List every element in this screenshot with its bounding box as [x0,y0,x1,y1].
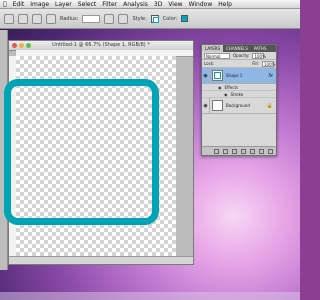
layer-row-background[interactable]: ◉ Background 🔒 [202,98,276,114]
menu-3d[interactable]: 3D [154,1,162,8]
style-picker[interactable] [150,14,159,23]
lock-fill-row: Lock: Fill: 100% [202,60,276,68]
layer-name: Shape 1 [226,73,243,78]
blend-mode-select[interactable]: Normal [204,52,230,59]
layers-panel-tabs: LAYERS CHANNELS PATHS [202,45,276,52]
add-style-icon[interactable] [223,148,228,154]
lock-label: Lock: [204,61,215,66]
eye-icon[interactable]: ◉ [202,98,210,113]
link-layers-icon[interactable] [214,148,219,154]
layer-row-shape-1[interactable]: ◉ Shape 1 fx [202,68,276,84]
eye-icon[interactable]: ◉ [202,68,210,83]
minimize-icon[interactable] [19,43,24,48]
tab-paths[interactable]: PATHS [251,45,270,52]
close-icon[interactable] [12,43,17,48]
window-controls [12,43,31,48]
menu-window[interactable]: Window [189,1,213,8]
menu-help[interactable]: Help [218,1,232,8]
fill-input[interactable]: 100% [262,60,275,67]
document-window: Untitled-1 @ 66.7% (Shape 1, RGB/8) * [4,40,194,265]
dock [0,292,300,300]
style-label: Style: [132,15,147,22]
new-group-icon[interactable] [250,148,255,154]
tab-layers[interactable]: LAYERS [202,45,224,52]
fill-label: Fill: [252,61,259,66]
trash-icon[interactable] [268,148,273,154]
layer-thumbnail [212,70,223,81]
adjustment-layer-icon[interactable] [241,148,246,154]
zoom-icon[interactable] [26,43,31,48]
new-shape-layer-button[interactable] [104,13,115,24]
layers-panel: LAYERS CHANNELS PATHS Normal Opacity: 10… [201,44,277,156]
menu-bar:  Edit Image Layer Select Filter Analysi… [0,0,300,9]
blend-opacity-row: Normal Opacity: 100% [202,52,276,60]
stroke-label: Stroke [230,91,244,97]
menu-edit[interactable]: Edit [13,1,25,8]
tool-preset-picker[interactable] [4,13,14,24]
radius-input[interactable] [82,14,101,23]
apple-icon[interactable]:  [3,1,7,8]
paths-mode-button[interactable] [32,13,42,24]
new-layer-icon[interactable] [259,148,264,154]
radius-label: Radius: [60,15,79,22]
rounded-rectangle-shape[interactable] [4,79,159,225]
menu-view[interactable]: View [168,1,182,8]
document-status-bar [9,256,193,264]
color-swatch[interactable] [181,15,189,22]
layers-panel-footer [202,146,276,155]
menu-select[interactable]: Select [78,1,97,8]
fx-icon[interactable]: fx [268,73,273,79]
eye-icon[interactable]: ◉ [218,85,222,90]
document-title: Untitled-1 @ 66.7% (Shape 1, RGB/8) * [52,42,150,48]
layer-thumbnail [212,100,223,111]
options-bar: Radius: Style: Color: [0,9,300,29]
layer-name: Background [226,103,250,108]
menu-filter[interactable]: Filter [102,1,117,8]
add-to-shape-button[interactable] [118,13,129,24]
menu-image[interactable]: Image [30,1,49,8]
stroke-effect-row[interactable]: ◉ Stroke [202,91,276,98]
tab-channels[interactable]: CHANNELS [223,45,251,52]
opacity-label: Opacity: [233,53,250,58]
menu-layer[interactable]: Layer [55,1,72,8]
add-mask-icon[interactable] [232,148,237,154]
effects-row[interactable]: ◉ Effects [202,84,276,91]
shape-layers-mode-button[interactable] [18,13,28,24]
effects-label: Effects [224,84,239,90]
canvas[interactable] [4,56,176,256]
color-label: Color: [162,15,178,22]
lock-icon: 🔒 [266,102,273,109]
opacity-input[interactable]: 100% [252,52,266,59]
eye-icon[interactable]: ◉ [224,92,228,97]
menu-analysis[interactable]: Analysis [123,1,148,8]
rounded-rectangle-tool-button[interactable] [46,13,56,24]
